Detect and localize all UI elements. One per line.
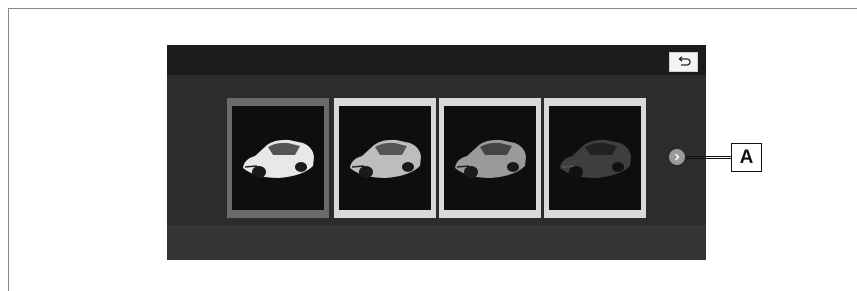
chevron-right-icon bbox=[675, 153, 680, 161]
callout-leader-line bbox=[685, 156, 731, 159]
vehicle-image-3 bbox=[444, 106, 536, 210]
vehicle-tile-3[interactable] bbox=[439, 98, 541, 218]
vehicle-image-1 bbox=[232, 106, 324, 210]
car-image bbox=[243, 139, 314, 178]
figure-border-top bbox=[8, 8, 857, 9]
car-image bbox=[455, 139, 526, 178]
screen-header bbox=[167, 45, 706, 75]
vehicle-image-2 bbox=[339, 106, 431, 210]
back-button[interactable] bbox=[669, 52, 698, 72]
vehicle-tile-2[interactable] bbox=[334, 98, 436, 218]
next-page-button[interactable] bbox=[669, 149, 685, 165]
screen-footer bbox=[167, 225, 706, 260]
vehicle-image-4 bbox=[549, 106, 641, 210]
return-arrow-icon bbox=[677, 56, 691, 66]
car-image bbox=[560, 139, 631, 178]
vehicle-tile-4[interactable] bbox=[544, 98, 646, 218]
vehicle-image-selection-screen bbox=[167, 45, 706, 260]
vehicle-tile-1[interactable] bbox=[227, 98, 329, 218]
car-image bbox=[350, 139, 421, 178]
callout-label-a: A bbox=[731, 143, 762, 172]
figure-border-left bbox=[8, 8, 9, 291]
